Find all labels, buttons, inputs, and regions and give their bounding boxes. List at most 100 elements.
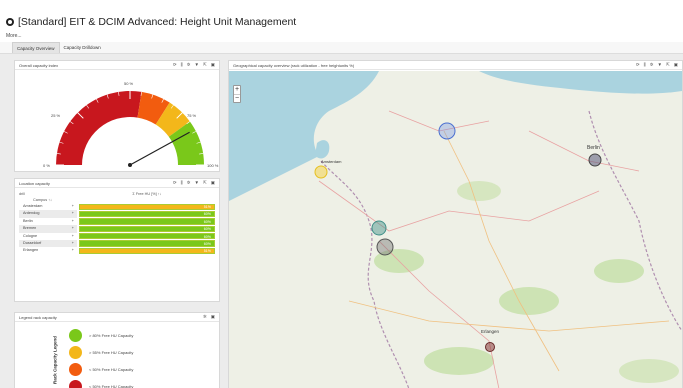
gauge-tick-label-0: 0 % <box>43 163 50 168</box>
expand-icon[interactable]: + <box>72 210 74 217</box>
free-hu-value: 51% <box>203 205 211 209</box>
export-icon[interactable]: ⇱ <box>203 62 207 68</box>
legend-item: < 50% Free HU Capacity <box>25 378 133 388</box>
tab-bar: Capacity Overview Capacity Drilldown <box>0 42 683 54</box>
settings-icon[interactable]: ⫼ <box>181 180 183 186</box>
road <box>528 130 640 172</box>
overall-capacity-panel: Overall capacity index ⟳ ⫼ ✲ ▼ ⇱ ▣ 0 % 2… <box>14 60 220 172</box>
filter-icon[interactable]: ▼ <box>657 62 661 68</box>
gauge-tick-label-100: 100 % <box>207 163 219 168</box>
city-label-berlin: Berlin <box>587 145 600 151</box>
gear-icon[interactable]: ✲ <box>203 314 207 320</box>
delete-icon[interactable]: ▣ <box>211 180 215 186</box>
delete-icon[interactable]: ▣ <box>211 314 215 320</box>
free-hu-bar: 60% <box>79 218 215 225</box>
gauge-hub <box>128 163 132 167</box>
refresh-icon[interactable]: ⟳ <box>173 180 177 186</box>
campus-name: Dusseldorf <box>23 240 42 245</box>
table-row[interactable]: Erlangen +51% <box>19 247 215 255</box>
column-header-drill[interactable]: drill <box>19 192 79 196</box>
gauge-tick-label-25: 25 % <box>51 113 61 118</box>
legend-rack-capacity-panel: Legend rack capacity ✲ ▣ Rack Capacity L… <box>14 312 220 388</box>
table-row[interactable]: Bremen + 60% <box>19 225 215 233</box>
settings-icon[interactable]: ⫼ <box>181 62 183 68</box>
filter-icon[interactable]: ▼ <box>194 62 198 68</box>
panel-title: Location capacity <box>19 180 50 186</box>
expand-icon[interactable]: + <box>72 225 74 232</box>
gear-icon[interactable]: ✲ <box>650 62 654 68</box>
tab-capacity-overview[interactable]: Capacity Overview <box>12 42 60 53</box>
export-icon[interactable]: ⇱ <box>666 62 670 68</box>
campus-cell: Ardendog + <box>19 210 77 218</box>
table-row[interactable]: Cologne +60% <box>19 233 215 240</box>
capacity-gauge: 0 % 25 % 50 % 75 % 100 % <box>43 81 219 168</box>
panel-title: Overall capacity index <box>19 62 59 68</box>
gear-icon[interactable]: ✲ <box>187 62 191 68</box>
campus-cell: Erlangen + <box>19 247 77 254</box>
city-label-amsterdam: Amsterdam <box>321 159 342 164</box>
map-marker-erlangen[interactable] <box>485 342 495 352</box>
campus-cell: Dusseldorf + <box>19 239 77 248</box>
tab-capacity-drilldown[interactable]: Capacity Drilldown <box>60 42 105 53</box>
app-logo-icon <box>6 18 14 26</box>
campus-name: Ardendog <box>23 211 40 216</box>
gear-icon[interactable]: ✲ <box>187 180 191 186</box>
map-marker-bremen[interactable] <box>438 122 456 140</box>
filter-icon[interactable]: ▼ <box>194 180 198 186</box>
campus-name: Erlangen <box>23 248 39 253</box>
panel-toolbar: ⟳ ⫼ ✲ ▼ ⇱ ▣ <box>636 62 678 68</box>
free-hu-value: 51% <box>203 249 211 254</box>
export-icon[interactable]: ⇱ <box>203 180 207 186</box>
expand-icon[interactable]: + <box>72 247 74 254</box>
expand-icon[interactable]: + <box>72 218 74 225</box>
map-marker-dusseldorf[interactable] <box>371 220 387 236</box>
zoom-in-button[interactable]: + <box>234 86 240 94</box>
road <box>443 130 560 372</box>
zoom-out-button[interactable]: − <box>234 94 240 102</box>
panel-toolbar: ⟳ ⫼ ✲ ▼ ⇱ ▣ <box>173 62 215 68</box>
expand-icon[interactable]: + <box>72 203 74 210</box>
delete-icon[interactable]: ▣ <box>674 62 678 68</box>
panel-header: Overall capacity index ⟳ ⫼ ✲ ▼ ⇱ ▣ <box>15 61 219 70</box>
panel-toolbar: ✲ ▣ <box>203 314 215 320</box>
more-link[interactable]: More... <box>6 33 22 39</box>
map-marker-amsterdam[interactable] <box>314 165 328 179</box>
geo-capacity-panel: Geographical capacity overview (rack uti… <box>228 60 683 388</box>
panel-toolbar: ⟳ ⫼ ✲ ▼ ⇱ ▣ <box>173 180 215 186</box>
legend-color-dot <box>69 346 82 359</box>
table-row[interactable]: Dusseldorf +60% <box>19 239 215 248</box>
campus-name: Cologne <box>23 233 38 238</box>
settings-icon[interactable]: ⫼ <box>644 62 646 68</box>
map-marker-cologne[interactable] <box>376 238 394 256</box>
table-row[interactable]: Amsterdam +51% <box>19 203 215 210</box>
north-sea <box>229 71 379 201</box>
map-view[interactable]: Berlin Erlangen Amsterdam + − <box>229 71 682 388</box>
expand-icon[interactable]: + <box>72 240 74 247</box>
location-capacity-panel: Location capacity ⟳ ⫼ ✲ ▼ ⇱ ▣ drill Σ Fr… <box>14 178 220 302</box>
free-hu-value: 60% <box>203 212 211 217</box>
expand-icon[interactable]: + <box>72 233 74 240</box>
legend-item: < 50% Free HU Capacity <box>25 361 133 378</box>
refresh-icon[interactable]: ⟳ <box>173 62 177 68</box>
panel-header: Geographical capacity overview (rack uti… <box>229 61 682 70</box>
column-header-campus[interactable]: Campus ↑↓ <box>19 198 52 202</box>
map-marker-berlin[interactable] <box>588 153 602 167</box>
table-row[interactable]: Berlin +60% <box>19 218 215 225</box>
legend-item: > 55% Free HU Capacity <box>25 344 133 361</box>
table-row[interactable]: Ardendog +60% <box>19 210 215 218</box>
campus-name: Berlin <box>23 218 33 223</box>
forest-area <box>457 181 501 201</box>
free-hu-value: 60% <box>203 227 211 232</box>
column-header-free-hu[interactable]: Σ Free HU [%] ↑↓ <box>79 192 215 196</box>
zoom-control: + − <box>233 85 241 103</box>
campus-cell: Bremen + <box>19 225 77 233</box>
delete-icon[interactable]: ▣ <box>211 62 215 68</box>
map-canvas[interactable]: Berlin Erlangen Amsterdam <box>229 71 682 388</box>
forest-area <box>499 287 559 315</box>
panel-header: Legend rack capacity ✲ ▣ <box>15 313 219 322</box>
refresh-icon[interactable]: ⟳ <box>636 62 640 68</box>
page-title: [Standard] EIT & DCIM Advanced: Height U… <box>18 16 297 28</box>
legend-item: > 80% Free HU Capacity <box>25 327 133 344</box>
legend-label: < 50% Free HU Capacity <box>89 384 134 388</box>
free-hu-bar: 51% <box>79 247 215 255</box>
